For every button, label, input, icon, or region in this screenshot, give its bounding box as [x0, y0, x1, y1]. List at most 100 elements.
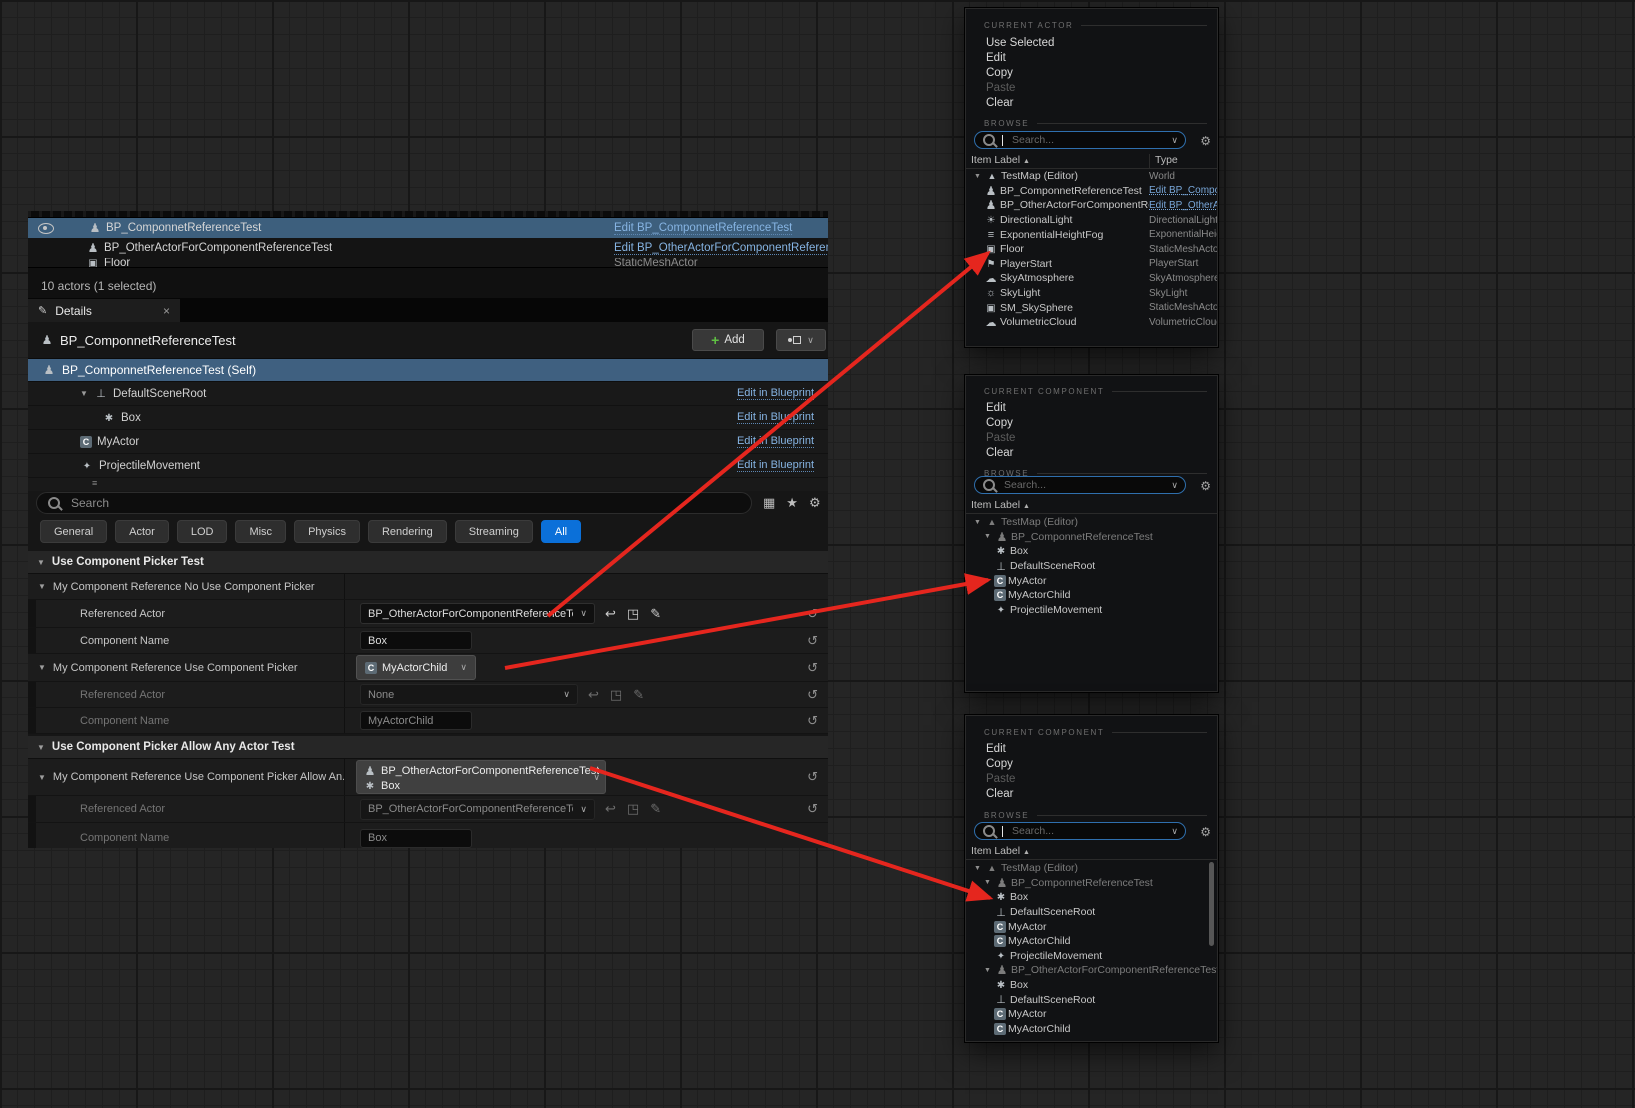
tree-row[interactable]: MyActor	[966, 919, 1217, 934]
component-tree-row[interactable]: ProjectileMovement Edit in Blueprint	[28, 454, 828, 478]
popup-search-input[interactable]	[1010, 824, 1164, 838]
tree-row[interactable]: BP_OtherActorForComponentReferenceTest E…	[966, 198, 1217, 213]
close-icon[interactable]: ×	[163, 304, 170, 318]
component-tree-row[interactable]: Box Edit in Blueprint	[28, 406, 828, 430]
use-selected-icon[interactable]: ↩	[605, 606, 616, 622]
tree-row[interactable]: Box	[966, 978, 1217, 993]
menu-item[interactable]: Edit	[966, 742, 1217, 757]
tree-row[interactable]: MyActorChild	[966, 588, 1217, 603]
menu-item[interactable]: Edit	[966, 51, 1217, 66]
filter-button[interactable]: Actor	[115, 520, 169, 543]
tree-row[interactable]: MyActorChild	[966, 934, 1217, 949]
column-type[interactable]: Type	[1149, 154, 1178, 168]
component-name-input[interactable]	[360, 711, 472, 730]
edit-in-blueprint-link[interactable]: Edit in Blueprint	[737, 387, 814, 400]
tree-row[interactable]: MyActor	[966, 573, 1217, 588]
tree-row[interactable]: ▼ TestMap (Editor)	[966, 515, 1217, 530]
component-name-input[interactable]	[360, 829, 472, 848]
expander-arrow-icon[interactable]: ▼	[974, 173, 985, 180]
tree-row[interactable]: ▼ BP_ComponnetReferenceTest	[966, 530, 1217, 545]
section-header[interactable]: ▼ Use Component Picker Test	[28, 551, 828, 574]
expander-arrow-icon[interactable]: ▼	[974, 519, 985, 526]
tree-row[interactable]: ProjectileMovement	[966, 603, 1217, 618]
tree-row[interactable]: ▼ TestMap (Editor) World	[966, 169, 1217, 184]
menu-item[interactable]: Edit	[966, 401, 1217, 416]
component-name-input[interactable]	[360, 631, 472, 650]
filter-gear-icon[interactable]: ⚙	[1200, 479, 1211, 493]
tree-scrollbar[interactable]	[1209, 862, 1214, 946]
blueprint-edit-dropdown-button[interactable]: ∨	[776, 329, 826, 351]
reset-to-default-icon[interactable]: ↺	[807, 633, 818, 649]
tab-details[interactable]: ✎ Details ×	[28, 299, 180, 322]
tree-row[interactable]: Floor StaticMeshActor	[966, 242, 1217, 257]
popup-search-box[interactable]: ∨	[974, 476, 1186, 494]
column-item-label[interactable]: Item Label ▲	[971, 499, 1030, 511]
referenced-actor-dropdown[interactable]: BP_OtherActorForComponentReferenceTest ∨	[360, 799, 595, 820]
component-tree-row[interactable]: ▼ DefaultSceneRoot Edit in Blueprint	[28, 382, 828, 406]
edit-in-blueprint-link[interactable]: Edit in Blueprint	[737, 411, 814, 424]
pick-actor-icon[interactable]: ◳	[627, 606, 639, 622]
expander-arrow-icon[interactable]: ▼	[38, 773, 46, 782]
component-row-self[interactable]: BP_ComponnetReferenceTest (Self)	[28, 359, 828, 382]
tree-row[interactable]: PlayerStart PlayerStart	[966, 257, 1217, 272]
popup-search-input[interactable]	[1010, 133, 1164, 147]
settings-gear-icon[interactable]: ⚙	[809, 495, 821, 511]
expander-arrow-icon[interactable]: ▼	[984, 967, 995, 974]
tree-row[interactable]: Box	[966, 544, 1217, 559]
edit-blueprint-link[interactable]: Edit BP_OtherActorForComponentReferenceT…	[614, 242, 828, 255]
tree-row[interactable]: Box	[966, 890, 1217, 905]
menu-item[interactable]: Paste	[966, 431, 1217, 446]
filter-button[interactable]: Rendering	[368, 520, 447, 543]
popup-search-box[interactable]: ∨	[974, 822, 1186, 840]
filter-button[interactable]: Misc	[235, 520, 286, 543]
search-input[interactable]	[69, 495, 673, 511]
tree-row[interactable]: DirectionalLight DirectionalLight	[966, 213, 1217, 228]
reset-to-default-icon[interactable]: ↺	[807, 713, 818, 729]
outliner-row-clipped[interactable]: Floor StaticMeshActor	[28, 258, 828, 267]
menu-item[interactable]: Clear	[966, 446, 1217, 461]
tree-row[interactable]: DefaultSceneRoot	[966, 905, 1217, 920]
menu-item[interactable]: Copy	[966, 416, 1217, 431]
tree-row[interactable]: MyActorChild	[966, 1022, 1217, 1037]
tree-row[interactable]: ▼ TestMap (Editor)	[966, 861, 1217, 876]
edit-in-blueprint-link[interactable]: Edit in Blueprint	[737, 435, 814, 448]
tree-row[interactable]: DefaultSceneRoot	[966, 992, 1217, 1007]
component-tree-row[interactable]: MyActor Edit in Blueprint	[28, 430, 828, 454]
tree-row[interactable]: DefaultSceneRoot	[966, 559, 1217, 574]
menu-item[interactable]: Paste	[966, 772, 1217, 787]
outliner-row-selected[interactable]: BP_ComponnetReferenceTest Edit BP_Compon…	[28, 218, 828, 238]
expander-arrow-icon[interactable]: ▼	[38, 582, 46, 591]
component-picker-dropdown[interactable]: BP_OtherActorForComponentReferenceTest B…	[356, 760, 606, 794]
expander-arrow-icon[interactable]: ▼	[37, 743, 45, 752]
tree-row[interactable]: BP_ComponnetReferenceTest Edit BP_Compon…	[966, 184, 1217, 199]
filter-button[interactable]: Physics	[294, 520, 360, 543]
favorites-star-icon[interactable]: ★	[786, 495, 798, 511]
reset-to-default-icon[interactable]: ↺	[807, 660, 818, 676]
menu-item[interactable]: Paste	[966, 81, 1217, 96]
referenced-actor-dropdown[interactable]: None ∨	[360, 684, 578, 705]
display-options-icon[interactable]: ▦	[763, 495, 775, 511]
component-picker-dropdown[interactable]: MyActorChild ∨	[356, 655, 476, 680]
tree-row[interactable]: ExponentialHeightFog ExponentialHeightFo…	[966, 227, 1217, 242]
tree-row[interactable]: SkyAtmosphere SkyAtmosphere	[966, 271, 1217, 286]
reset-to-default-icon[interactable]: ↺	[807, 769, 818, 785]
expander-arrow-icon[interactable]: ▼	[37, 558, 45, 567]
filter-gear-icon[interactable]: ⚙	[1200, 134, 1211, 148]
menu-item[interactable]: Copy	[966, 757, 1217, 772]
tree-row[interactable]: ProjectileMovement	[966, 949, 1217, 964]
outliner-row[interactable]: BP_OtherActorForComponentReferenceTest E…	[28, 238, 828, 258]
expander-arrow-icon[interactable]: ▼	[38, 663, 46, 672]
menu-item[interactable]: Clear	[966, 96, 1217, 111]
menu-item[interactable]: Use Selected	[966, 36, 1217, 51]
menu-item[interactable]: Copy	[966, 66, 1217, 81]
popup-search-box[interactable]: ∨	[974, 131, 1186, 149]
popup-search-input[interactable]	[1002, 478, 1156, 492]
column-item-label[interactable]: Item Label ▲	[971, 845, 1030, 857]
edit-blueprint-link[interactable]: Edit BP_ComponnetReferenceTest	[614, 222, 792, 235]
visibility-eye-icon[interactable]	[38, 223, 54, 234]
filter-button[interactable]: General	[40, 520, 107, 543]
tree-row[interactable]: VolumetricCloud VolumetricCloud	[966, 315, 1217, 330]
tree-row[interactable]: SkyLight SkyLight	[966, 286, 1217, 301]
tree-row[interactable]: SM_SkySphere StaticMeshActor	[966, 300, 1217, 315]
tree-row[interactable]: MyActor	[966, 1007, 1217, 1022]
